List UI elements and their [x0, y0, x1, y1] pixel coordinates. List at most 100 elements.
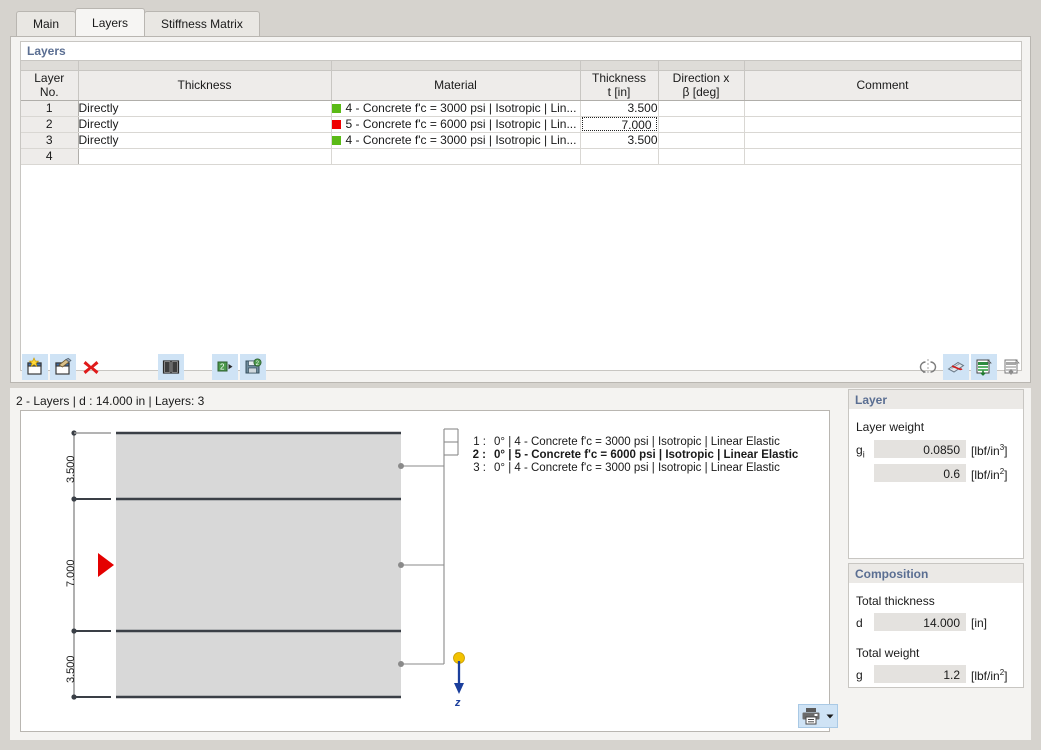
col-header-thickness-mode-label: Thickness	[177, 78, 232, 92]
col-header-thickness[interactable]: Thickness t [in]	[580, 70, 659, 101]
layer-weight-volume-symbol-sub: i	[862, 449, 865, 460]
tab-main-label: Main	[33, 17, 60, 31]
tab-stiffness-matrix[interactable]: Stiffness Matrix	[144, 11, 260, 36]
total-thickness-field[interactable]: 14.000	[874, 613, 966, 631]
col-header-layer-no-line2: No.	[39, 85, 59, 99]
legend-text-3: 0° | 4 - Concrete f'c = 3000 psi | Isotr…	[494, 462, 780, 474]
cell-thickness[interactable]: 3.500	[580, 132, 659, 149]
cell-comment[interactable]	[744, 116, 1021, 133]
import-layers-button[interactable]: 2	[212, 354, 238, 380]
table-import-button[interactable]	[971, 354, 997, 380]
total-thickness-unit: [in]	[971, 616, 988, 630]
col-header-material[interactable]: Material	[331, 70, 581, 101]
cell-layer-no: 3	[21, 132, 79, 149]
layers-toolbar-left: 2 2	[22, 354, 268, 380]
export-layers-button[interactable]: 2	[240, 354, 266, 380]
col-header-thickness-line1: Thickness	[591, 71, 647, 85]
layer-shape-1[interactable]	[116, 433, 401, 499]
legend-text-2: 0° | 5 - Concrete f'c = 6000 psi | Isotr…	[494, 449, 799, 461]
layer-shape-3[interactable]	[116, 631, 401, 697]
cell-thickness-mode[interactable]: Directly	[78, 132, 332, 149]
col-header-direction[interactable]: Direction x β [deg]	[658, 70, 745, 101]
selected-layer-marker	[98, 553, 114, 577]
col-header-thickness-mode[interactable]: Thickness	[78, 70, 332, 101]
table-row[interactable]: 2 Directly 5 - Concrete f'c = 6000 psi |…	[21, 116, 1021, 133]
cell-thickness[interactable]	[580, 148, 659, 165]
dimension-label-layer-1: 3.500	[65, 455, 77, 483]
prehdr-c2	[78, 61, 332, 71]
table-row[interactable]: 1 Directly 4 - Concrete f'c = 3000 psi |…	[21, 100, 1021, 117]
cell-comment[interactable]	[744, 148, 1021, 165]
delete-layer-button[interactable]	[78, 354, 104, 380]
legend-item-1[interactable]: 1 : 0° | 4 - Concrete f'c = 3000 psi | Is…	[464, 436, 780, 448]
layer-weight-area-field[interactable]: 0.6	[874, 464, 966, 482]
legend-index-1: 1 :	[473, 436, 486, 448]
layer-weight-volume-unit-base: [lbf/in	[971, 444, 1000, 458]
cell-thickness-focused[interactable]: 7.000	[580, 116, 659, 133]
layer-info-title-text: Layer	[855, 392, 888, 407]
cell-thickness-mode[interactable]	[78, 148, 332, 165]
col-header-direction-line2: β [deg]	[682, 85, 720, 99]
layer-weight-volume-field[interactable]: 0.0850	[874, 440, 966, 458]
cell-thickness-mode[interactable]: Directly	[78, 116, 332, 133]
total-weight-field[interactable]: 1.2	[874, 665, 966, 683]
layers-table[interactable]: Layer No. Thickness Material Thickness t…	[20, 60, 1022, 371]
prehdr-c4	[580, 61, 659, 71]
layer-shape-2[interactable]	[116, 499, 401, 631]
edit-layer-button[interactable]	[50, 354, 76, 380]
cell-direction[interactable]	[658, 132, 745, 149]
svg-text:2: 2	[220, 363, 225, 372]
cell-comment[interactable]	[744, 100, 1021, 117]
cell-material-text: 5 - Concrete f'c = 6000 psi | Isotropic …	[345, 117, 577, 131]
export-save-icon: 2	[245, 358, 262, 374]
tab-layers-label: Layers	[92, 15, 129, 30]
library-button[interactable]	[158, 354, 184, 380]
cell-material-text: 4 - Concrete f'c = 3000 psi | Isotropic …	[345, 133, 577, 147]
print-button[interactable]	[798, 704, 838, 728]
reverse-order-button[interactable]	[943, 354, 969, 380]
prehdr-c1	[21, 61, 79, 71]
dimension-label-layer-2: 7.000	[65, 559, 77, 587]
tab-layers[interactable]: Layers	[75, 8, 146, 36]
cell-thickness-mode[interactable]: Directly	[78, 100, 332, 117]
col-header-comment[interactable]: Comment	[744, 70, 1021, 101]
layer-section-graphic[interactable]: 3.500 7.000 3.500 z 1 : 0° | 4 - Concrete…	[20, 410, 830, 732]
new-layer-button[interactable]	[22, 354, 48, 380]
cell-direction[interactable]	[658, 100, 745, 117]
table-export-icon	[1004, 359, 1020, 375]
cell-material[interactable]: 4 - Concrete f'c = 3000 psi | Isotropic …	[331, 100, 581, 117]
total-thickness-symbol: d	[856, 616, 863, 630]
z-axis-label: z	[455, 697, 461, 709]
layer-weight-area-unit-base: [lbf/in	[971, 468, 1000, 482]
layer-info-box: Layer Layer weight gi 0.0850 [lbf/in3] 0…	[848, 389, 1024, 559]
cell-direction[interactable]	[658, 148, 745, 165]
table-row[interactable]: 4	[21, 148, 1021, 165]
cell-direction[interactable]	[658, 116, 745, 133]
cell-layer-no: 1	[21, 100, 79, 117]
legend-item-3[interactable]: 3 : 0° | 4 - Concrete f'c = 3000 psi | Is…	[464, 462, 780, 474]
cell-layer-no: 4	[21, 148, 79, 165]
col-header-layer-no-line1: Layer	[34, 71, 65, 85]
total-thickness-label: Total thickness	[856, 594, 935, 608]
col-header-direction-line1: Direction x	[672, 71, 730, 85]
cell-material[interactable]	[331, 148, 581, 165]
cell-layer-no: 2	[21, 116, 79, 133]
layer-weight-volume-symbol-base: g	[856, 443, 863, 457]
table-export-button[interactable]	[999, 354, 1025, 380]
cell-material[interactable]: 4 - Concrete f'c = 3000 psi | Isotropic …	[331, 132, 581, 149]
cell-thickness[interactable]: 3.500	[580, 100, 659, 117]
layer-weight-area-unit-close: ]	[1004, 468, 1008, 482]
col-header-layer-no[interactable]: Layer No.	[21, 70, 79, 101]
cell-material[interactable]: 5 - Concrete f'c = 6000 psi | Isotropic …	[331, 116, 581, 133]
tab-main[interactable]: Main	[16, 11, 77, 36]
mirror-layers-button[interactable]	[915, 354, 941, 380]
col-header-comment-label: Comment	[856, 78, 909, 92]
chevron-down-icon[interactable]	[825, 711, 835, 721]
composition-info-box: Composition Total thickness d 14.000 [in…	[848, 563, 1024, 688]
delete-x-icon	[83, 361, 99, 374]
layer-info-title: Layer	[849, 390, 1023, 409]
cell-thickness-value: 7.000	[581, 117, 657, 131]
cell-comment[interactable]	[744, 132, 1021, 149]
legend-item-2[interactable]: 2 : 0° | 5 - Concrete f'c = 6000 psi | Is…	[464, 449, 799, 461]
table-row[interactable]: 3 Directly 4 - Concrete f'c = 3000 psi |…	[21, 132, 1021, 149]
